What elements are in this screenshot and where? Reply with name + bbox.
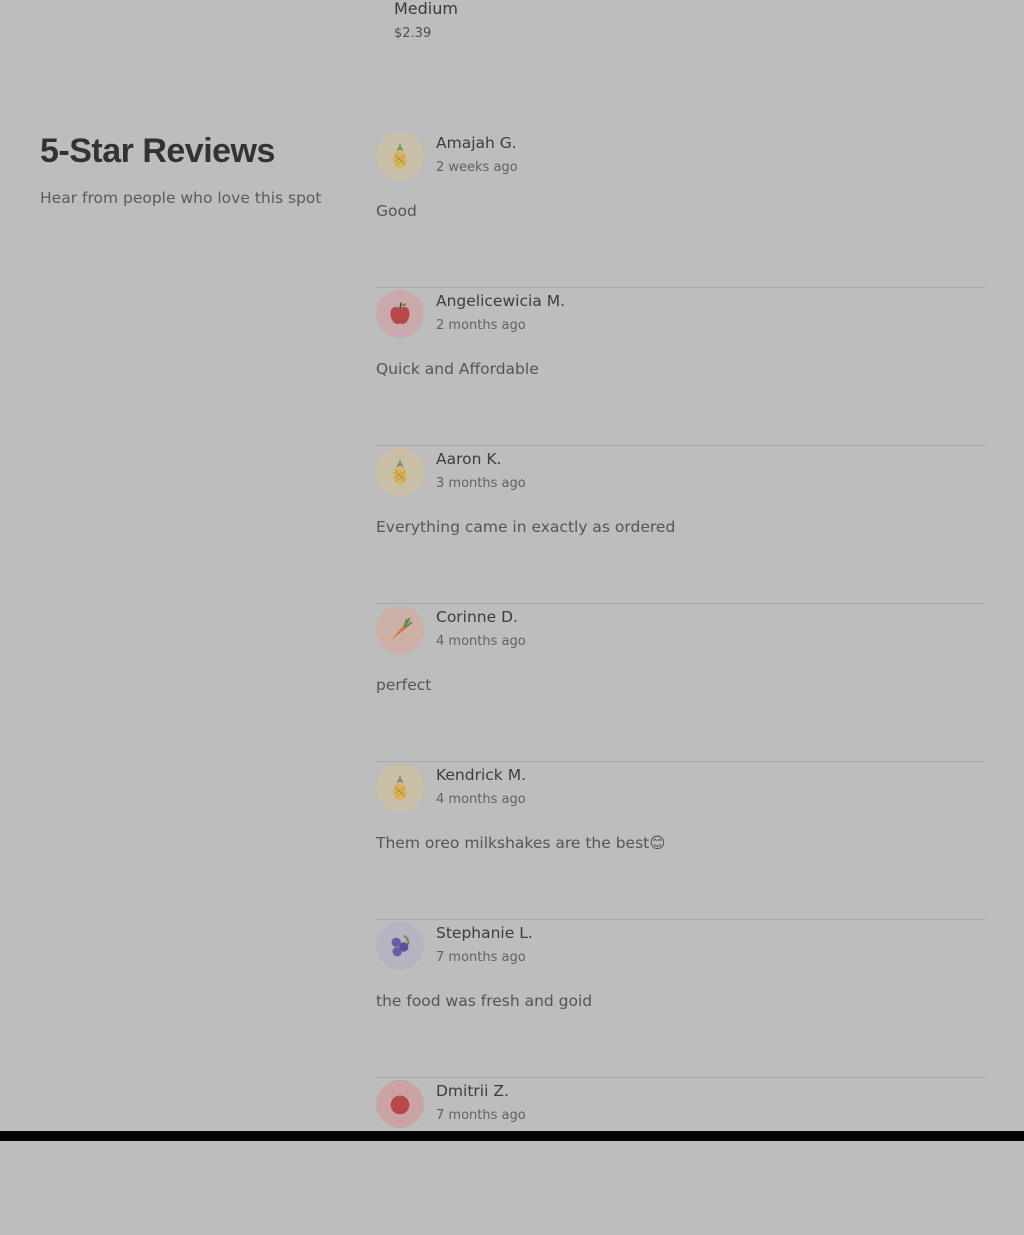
apple-icon [390,302,410,324]
avatar [376,290,424,338]
section-subtitle: Hear from people who love this spot [40,189,322,207]
review-text: Good [376,202,417,220]
reviewer-name: Amajah G. [436,134,517,152]
review-text: Quick and Affordable [376,360,539,378]
tomato-icon [390,1094,410,1115]
review-text: Them oreo milkshakes are the best😊 [376,834,666,852]
reviewer-name: Angelicewicia M. [436,292,566,310]
menu-item-name: Medium [394,0,458,18]
review-time: 2 weeks ago [436,160,518,175]
review-time: 3 months ago [436,476,526,491]
review-text: perfect [376,676,432,694]
avatar [376,1080,424,1128]
review-time: 7 months ago [436,1108,526,1123]
review-time: 2 months ago [436,318,526,333]
blueberries-icon [391,934,410,957]
review-text: the food was fresh and goid [376,992,593,1010]
reviewer-name: Corinne D. [436,608,518,626]
review-card: Amajah G. 2 weeks ago Good [376,130,985,288]
review-time: 4 months ago [436,634,526,649]
avatar [376,606,424,654]
reviewer-name: Aaron K. [436,450,502,468]
pineapple-icon [393,142,407,169]
review-card: Stephanie L. 7 months ago the food was f… [376,920,985,1078]
reviewer-name: Stephanie L. [436,924,533,942]
avatar [376,922,424,970]
review-time: 7 months ago [436,950,526,965]
section-title: 5-Star Reviews [40,132,275,170]
reviews-list: Amajah G. 2 weeks ago Good Angelicewicia… [376,130,985,1235]
reviewer-name: Kendrick M. [436,766,526,784]
menu-item-price: $2.39 [394,26,432,41]
review-card: Angelicewicia M. 2 months ago Quick and … [376,288,985,446]
pineapple-icon [393,458,407,485]
carrot-icon [390,617,413,641]
review-time: 4 months ago [436,792,526,807]
review-card: Dmitrii Z. 7 months ago [376,1078,985,1235]
review-card: Kendrick M. 4 months ago Them oreo milks… [376,762,985,920]
review-card: Corinne D. 4 months ago perfect [376,604,985,762]
avatar [376,132,424,180]
avatar [376,764,424,812]
avatar [376,448,424,496]
review-card: Aaron K. 3 months ago Everything came in… [376,446,985,604]
review-text: Everything came in exactly as ordered [376,518,676,536]
pineapple-icon [393,774,407,801]
bottom-bar [0,1131,1024,1141]
reviewer-name: Dmitrii Z. [436,1082,509,1100]
